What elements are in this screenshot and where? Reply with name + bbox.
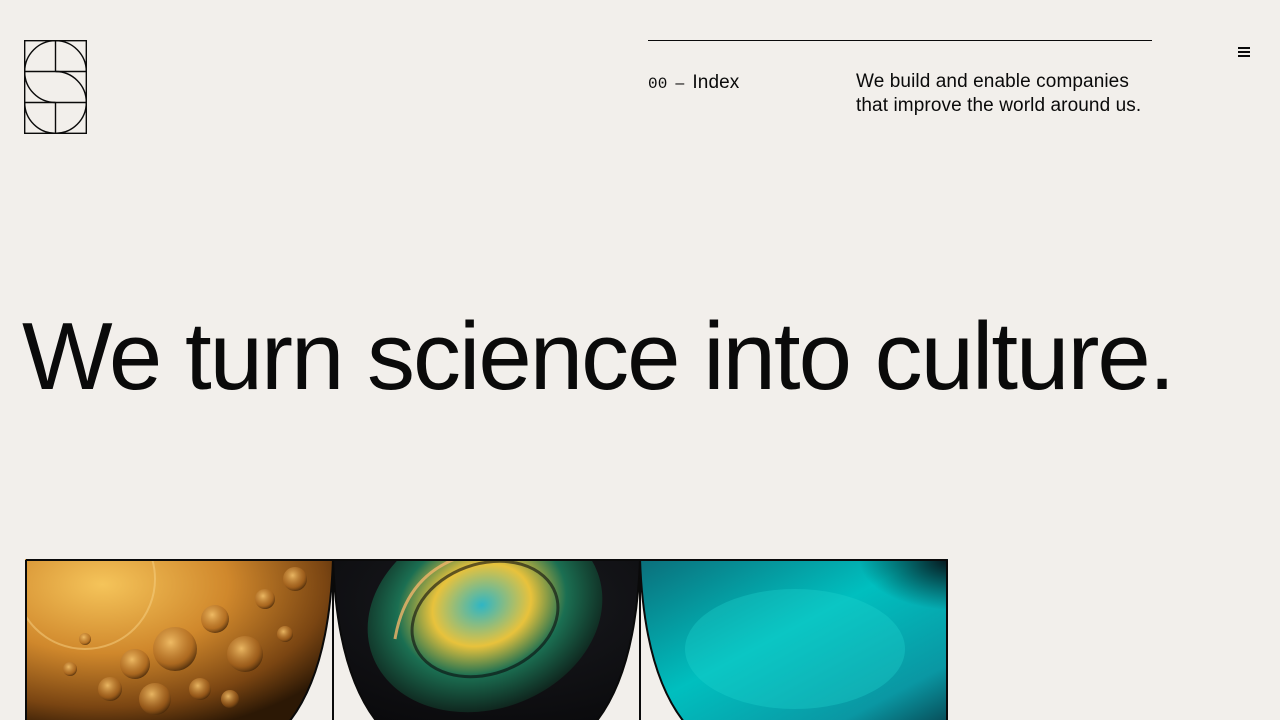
menu-button[interactable]	[1230, 40, 1258, 64]
intro-text: We build and enable companies that impro…	[856, 71, 1142, 116]
image-gallery	[25, 559, 948, 720]
section-number: 00	[648, 75, 668, 93]
section-separator: –	[675, 75, 685, 92]
hero-headline: We turn science into culture.	[22, 303, 1175, 410]
page: 00 – Index We build and enable companies…	[0, 0, 1280, 720]
gallery-image-teal	[640, 559, 948, 720]
section-label: Index	[692, 72, 740, 93]
header-divider	[648, 40, 1152, 41]
s-monogram-icon	[24, 40, 87, 134]
logo[interactable]	[24, 40, 87, 134]
section-index: 00 – Index	[648, 71, 739, 96]
gallery-image-iridescent	[333, 559, 640, 720]
gallery-image-amber	[25, 559, 333, 720]
hamburger-menu-icon	[1238, 47, 1250, 57]
